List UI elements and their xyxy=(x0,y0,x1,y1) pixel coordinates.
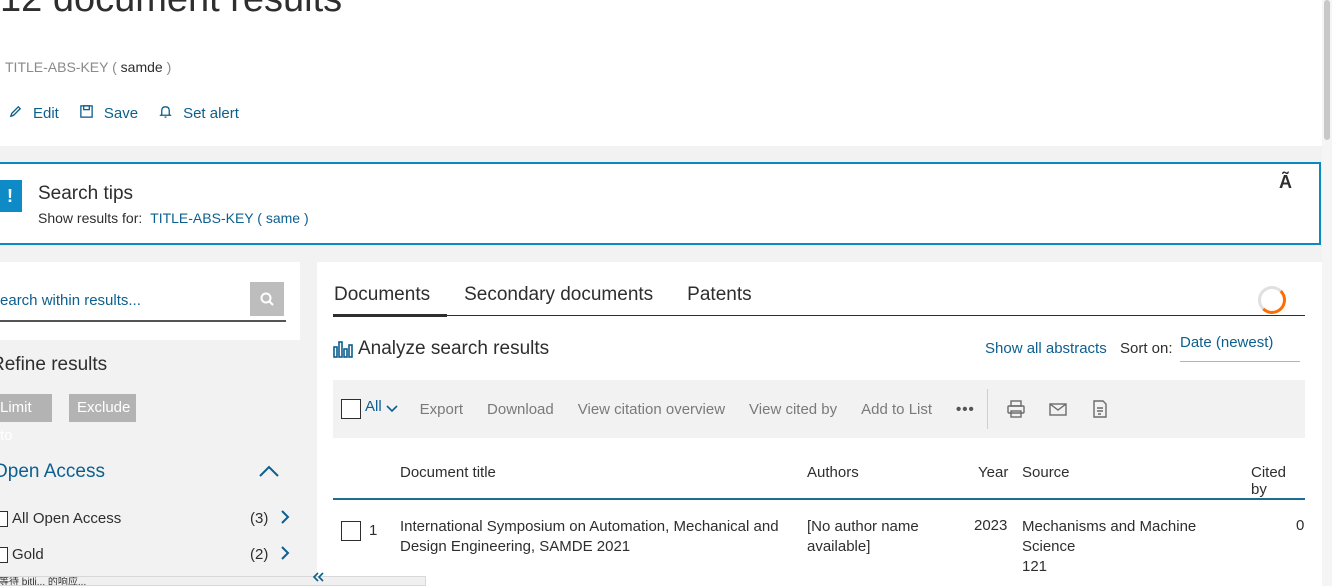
suggested-query-link[interactable]: TITLE-ABS-KEY ( same ) xyxy=(150,210,308,226)
page-title: 12 document results xyxy=(0,0,342,21)
more-options-button[interactable]: ••• xyxy=(956,401,975,418)
search-within-results xyxy=(0,282,286,322)
sort-select[interactable]: Date (newest) xyxy=(1180,332,1300,362)
column-document-title[interactable]: Document title xyxy=(400,464,496,481)
results-toolbar: All Export Download View citation overvi… xyxy=(333,380,1305,438)
bar-chart-icon xyxy=(333,341,353,358)
loading-spinner-icon xyxy=(1258,286,1286,314)
select-all-dropdown[interactable]: All xyxy=(365,398,398,415)
limit-to-button[interactable]: Limit to xyxy=(0,394,52,444)
chevron-up-icon[interactable] xyxy=(258,463,280,479)
result-tabs: Documents Secondary documents Patents xyxy=(333,284,1305,317)
document-title-link[interactable]: International Symposium on Automation, M… xyxy=(400,517,790,557)
tab-secondary-documents[interactable]: Secondary documents xyxy=(463,284,654,315)
edit-label: Edit xyxy=(33,105,59,122)
collapse-sidebar-icon[interactable] xyxy=(312,569,324,582)
query-term: samde xyxy=(120,59,163,75)
results-table-header: Document title Authors Year Source Cited… xyxy=(333,460,1305,500)
download-button[interactable]: Download xyxy=(487,401,554,418)
search-button[interactable] xyxy=(250,282,284,316)
analyze-label: Analyze search results xyxy=(358,338,550,359)
set-alert-button[interactable]: Set alert xyxy=(158,104,239,123)
set-alert-label: Set alert xyxy=(183,105,239,122)
facet-checkbox[interactable] xyxy=(0,546,8,563)
document-authors: [No author name available] xyxy=(807,518,919,555)
facet-count: (2) xyxy=(250,546,269,563)
export-button[interactable]: Export xyxy=(420,401,463,418)
row-checkbox[interactable] xyxy=(341,521,361,541)
source-volume: 121 xyxy=(1022,558,1048,575)
toolbar-divider xyxy=(986,389,988,429)
facet-label: All Open Access xyxy=(12,510,122,527)
open-access-facet-title[interactable]: Open Access xyxy=(0,461,105,483)
source-name: Mechanisms and Machine Science xyxy=(1022,518,1197,555)
search-actions: Edit Save Set alert xyxy=(8,104,239,123)
info-icon: ! xyxy=(0,180,22,212)
close-icon[interactable]: Ã xyxy=(1279,172,1292,193)
document-source: Mechanisms and Machine Science 121 xyxy=(1022,517,1212,577)
pencil-icon xyxy=(8,104,23,123)
view-citation-overview-button[interactable]: View citation overview xyxy=(578,401,725,418)
show-results-label: Show results for: xyxy=(38,210,143,226)
facet-checkbox[interactable] xyxy=(0,510,8,527)
edit-button[interactable]: Edit xyxy=(8,104,59,123)
column-cited-by[interactable]: Cited by xyxy=(1251,464,1305,498)
save-button[interactable]: Save xyxy=(79,104,138,123)
sort-label: Sort on: xyxy=(1120,340,1173,357)
email-icon[interactable] xyxy=(1048,399,1068,419)
save-label: Save xyxy=(103,105,139,122)
browser-status-bar: 等待 bitli... 的响应... xyxy=(0,576,426,586)
search-icon xyxy=(260,292,274,306)
analyze-search-results-link[interactable]: Analyze search results xyxy=(333,338,549,360)
row-number: 1 xyxy=(369,522,378,539)
exclude-button[interactable]: Exclude xyxy=(69,394,136,422)
show-all-abstracts-link[interactable]: Show all abstracts xyxy=(985,340,1107,357)
column-authors[interactable]: Authors xyxy=(807,464,859,481)
select-all-checkbox[interactable] xyxy=(341,399,361,419)
save-icon xyxy=(79,104,94,123)
facet-all-open-access[interactable]: All Open Access (3) xyxy=(0,510,294,527)
search-tips-panel: ! Search tips Show results for: TITLE-AB… xyxy=(0,162,1321,245)
facet-count: (3) xyxy=(250,510,269,527)
refine-results-title: Refine results xyxy=(0,354,108,375)
column-year[interactable]: Year xyxy=(978,464,1008,481)
view-cited-by-button[interactable]: View cited by xyxy=(749,401,837,418)
facet-label: Gold xyxy=(12,546,44,563)
scrollbar-thumb[interactable] xyxy=(1324,0,1330,140)
query-prefix: TITLE-ABS-KEY ( xyxy=(5,59,117,75)
search-query: TITLE-ABS-KEY ( samde ) xyxy=(5,59,171,75)
chevron-down-icon xyxy=(386,404,398,412)
chevron-right-icon[interactable] xyxy=(280,545,290,565)
document-year: 2023 xyxy=(974,517,1008,534)
search-tips-title: Search tips xyxy=(38,183,134,204)
tab-documents[interactable]: Documents xyxy=(333,284,448,317)
print-icon[interactable] xyxy=(1006,399,1026,419)
column-source[interactable]: Source xyxy=(1022,464,1070,481)
results-header: 12 document results TITLE-ABS-KEY ( samd… xyxy=(0,0,1322,146)
search-within-input[interactable] xyxy=(0,292,240,309)
select-all-label: All xyxy=(365,397,382,415)
chevron-right-icon[interactable] xyxy=(280,509,290,529)
pdf-icon[interactable] xyxy=(1090,399,1110,419)
document-cited-by: 0 xyxy=(1296,517,1305,534)
tab-patents[interactable]: Patents xyxy=(686,284,752,315)
page-scrollbar[interactable] xyxy=(1322,0,1332,586)
query-suffix: ) xyxy=(166,59,172,75)
facet-gold[interactable]: Gold (2) xyxy=(0,546,294,563)
show-results-for: Show results for: TITLE-ABS-KEY ( same ) xyxy=(38,210,309,226)
bell-icon xyxy=(158,104,173,123)
add-to-list-button[interactable]: Add to List xyxy=(861,401,932,418)
